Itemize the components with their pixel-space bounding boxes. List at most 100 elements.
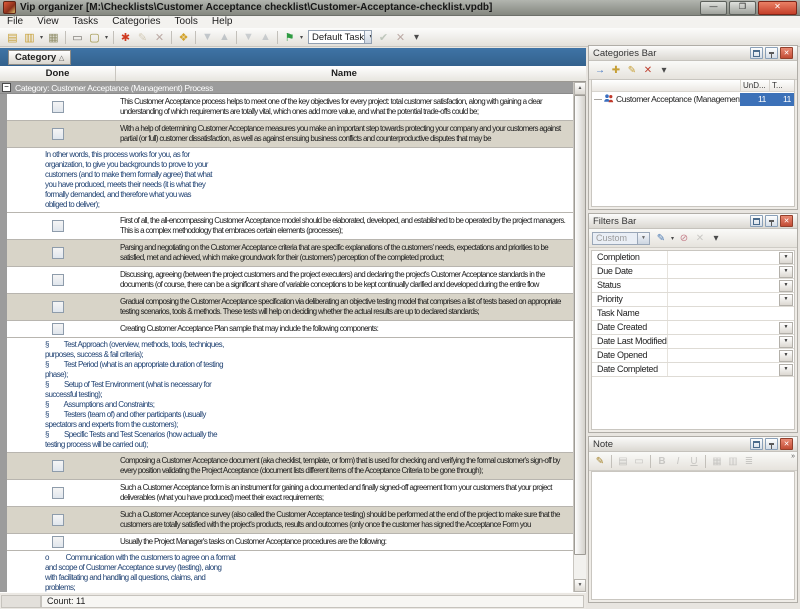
apply-filter-dropdown-icon[interactable]: ▾	[669, 235, 676, 242]
menu-item-file[interactable]: File	[0, 16, 30, 28]
total-column-header[interactable]: T...	[769, 80, 794, 91]
bullet-list-icon[interactable]: ≣	[741, 454, 757, 468]
category-list-item[interactable]: Customer Acceptance (Management) Process…	[592, 92, 794, 106]
highlight-flag-dropdown-icon[interactable]: ▾	[298, 34, 305, 41]
task-row[interactable]: Usually the Project Manager's tasks on C…	[7, 534, 573, 551]
menu-item-help[interactable]: Help	[205, 16, 240, 28]
complete-task-icon[interactable]: ❖	[175, 29, 192, 45]
edit-category-icon[interactable]: ✎	[624, 63, 640, 77]
column-header-name[interactable]: Name	[116, 66, 572, 81]
menu-item-view[interactable]: View	[30, 16, 66, 28]
task-row[interactable]: Such a Customer Acceptance survey (also …	[7, 507, 573, 534]
column-header-done[interactable]: Done	[0, 66, 116, 81]
categories-pin-icon[interactable]	[765, 47, 778, 59]
apply-template-icon[interactable]: ✔	[375, 29, 392, 45]
print-preview-icon[interactable]: ▢	[86, 29, 103, 45]
task-row[interactable]: Composing a Customer Acceptance document…	[7, 453, 573, 480]
filter-dropdown-icon[interactable]: ▼	[779, 294, 793, 306]
categories-toolbar-overflow-icon[interactable]: ▾	[656, 63, 672, 77]
task-checkbox[interactable]	[52, 536, 64, 548]
save-database-icon[interactable]: ▦	[45, 29, 62, 45]
add-task-to-category-icon[interactable]: →	[592, 63, 608, 77]
note-toolbar-overflow-icon[interactable]: »	[791, 453, 795, 461]
underline-icon[interactable]: U	[686, 454, 702, 468]
add-category-icon[interactable]: ✚	[608, 63, 624, 77]
task-checkbox[interactable]	[52, 514, 64, 526]
new-task-icon[interactable]: ✱	[117, 29, 134, 45]
category-sort-button[interactable]: Category △	[8, 50, 71, 65]
filters-toolbar-overflow-icon[interactable]: ▾	[708, 231, 724, 245]
task-checkbox[interactable]	[52, 128, 64, 140]
insert-table-icon[interactable]: ▥	[725, 454, 741, 468]
task-row[interactable]: Creating Customer Acceptance Plan sample…	[7, 321, 573, 338]
menu-item-categories[interactable]: Categories	[105, 16, 167, 28]
italic-icon[interactable]: I	[670, 454, 686, 468]
task-row[interactable]: Parsing and negotiating on the Customer …	[7, 240, 573, 267]
new-note-page-icon[interactable]: ▤	[615, 454, 631, 468]
edit-task-icon[interactable]: ✎	[134, 29, 151, 45]
scrollbar-thumb[interactable]	[574, 95, 586, 555]
task-row[interactable]: Discussing, agreeing (between the projec…	[7, 267, 573, 294]
print-preview-dropdown-icon[interactable]: ▾	[103, 34, 110, 41]
task-checkbox[interactable]	[52, 487, 64, 499]
new-database-icon[interactable]: ▤	[4, 29, 21, 45]
filter-preset-combo[interactable]: Custom ▼	[592, 232, 650, 245]
filter-dropdown-icon[interactable]: ▼	[779, 280, 793, 292]
insert-image-icon[interactable]: ▦	[709, 454, 725, 468]
cancel-template-icon[interactable]: ✕	[392, 29, 409, 45]
scroll-down-button[interactable]: ▼	[574, 579, 586, 592]
note-content[interactable]	[591, 471, 795, 600]
task-row[interactable]: Gradual composing the Customer Acceptanc…	[7, 294, 573, 321]
task-checkbox[interactable]	[52, 220, 64, 232]
task-checkbox[interactable]	[52, 301, 64, 313]
print-icon[interactable]: ▭	[69, 29, 86, 45]
menu-item-tools[interactable]: Tools	[168, 16, 205, 28]
note-close-icon[interactable]: ✕	[780, 438, 793, 450]
task-checkbox[interactable]	[52, 323, 64, 335]
task-checkbox[interactable]	[52, 460, 64, 472]
filter-dropdown-icon[interactable]: ▼	[779, 350, 793, 362]
open-database-dropdown-icon[interactable]: ▾	[38, 34, 45, 41]
filter-dropdown-icon[interactable]: ▼	[779, 252, 793, 264]
combo-dropdown-icon[interactable]: ▼	[364, 31, 372, 43]
undone-column-header[interactable]: UnD...	[740, 80, 769, 91]
minimize-button[interactable]: —	[700, 1, 727, 15]
filters-close-icon[interactable]: ✕	[780, 215, 793, 227]
filter-dropdown-icon[interactable]: ▼	[779, 266, 793, 278]
task-checkbox[interactable]	[52, 274, 64, 286]
edit-note-icon[interactable]: ✎	[592, 454, 608, 468]
maximize-button[interactable]: ❐	[729, 1, 756, 15]
filters-pin-icon[interactable]	[765, 215, 778, 227]
note-restore-icon[interactable]	[750, 438, 763, 450]
collapse-all-icon[interactable]: ▲	[257, 29, 274, 45]
print-note-icon[interactable]: ▭	[631, 454, 647, 468]
open-database-icon[interactable]: ▥	[21, 29, 38, 45]
apply-filter-icon[interactable]: ✎	[653, 231, 669, 245]
filter-dropdown-icon[interactable]: ▼	[779, 322, 793, 334]
delete-task-icon[interactable]: ✕	[151, 29, 168, 45]
task-checkbox[interactable]	[52, 247, 64, 259]
bold-icon[interactable]: B	[654, 454, 670, 468]
scroll-up-button[interactable]: ▲	[574, 82, 586, 95]
collapse-group-icon[interactable]: −	[2, 83, 11, 92]
close-button[interactable]: ✕	[758, 1, 797, 15]
delete-category-icon[interactable]: ✕	[640, 63, 656, 77]
group-header-row[interactable]: −Category: Customer Acceptance (Manageme…	[0, 82, 573, 94]
expand-all-icon[interactable]: ▼	[240, 29, 257, 45]
task-row[interactable]: This Customer Acceptance process helps t…	[7, 94, 573, 121]
task-row[interactable]: First of all, the all-encompassing Custo…	[7, 213, 573, 240]
clear-filter-icon[interactable]: ⊘	[676, 231, 692, 245]
filters-restore-icon[interactable]	[750, 215, 763, 227]
task-row[interactable]: Such a Customer Acceptance form is an in…	[7, 480, 573, 507]
highlight-flag-icon[interactable]: ⚑	[281, 29, 298, 45]
move-up-icon[interactable]: ▲	[216, 29, 233, 45]
move-down-icon[interactable]: ▼	[199, 29, 216, 45]
categories-close-icon[interactable]: ✕	[780, 47, 793, 59]
task-row[interactable]: With a help of determining Customer Acce…	[7, 121, 573, 148]
filter-dropdown-icon[interactable]: ▼	[779, 364, 793, 376]
filter-dropdown-icon[interactable]: ▼	[779, 336, 793, 348]
filter-preset-dropdown-icon[interactable]: ▼	[637, 233, 649, 244]
menu-item-tasks[interactable]: Tasks	[66, 16, 106, 28]
vertical-scrollbar[interactable]: ▲ ▼	[573, 82, 586, 592]
task-template-combo[interactable]: Default Task▼	[308, 30, 372, 44]
